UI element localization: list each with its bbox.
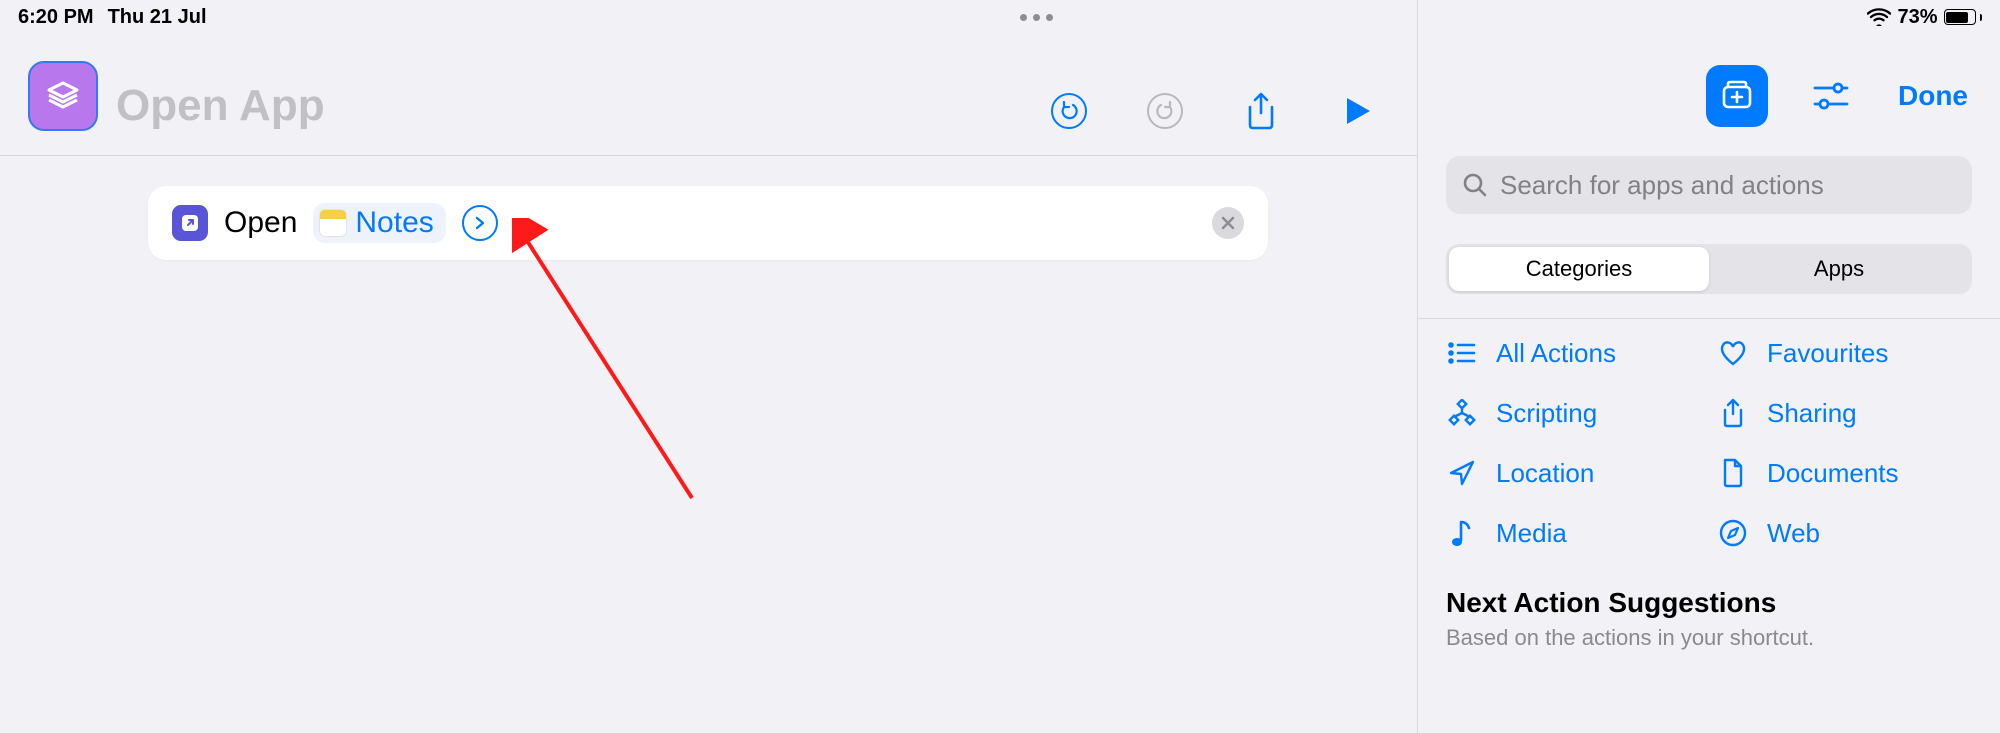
scripting-icon [1446,397,1478,429]
annotation-arrow [512,218,732,508]
action-open-app[interactable]: Open Notes [148,186,1268,260]
document-icon [1717,457,1749,489]
action-app-name: Notes [355,206,433,240]
battery-percent: 73% [1897,6,1937,29]
undo-button[interactable] [1049,91,1089,131]
open-app-action-icon [172,205,208,241]
search-input[interactable]: Search for apps and actions [1446,156,1972,214]
search-icon [1462,172,1488,198]
sharing-icon [1717,397,1749,429]
category-favourites[interactable]: Favourites [1717,337,1972,369]
category-location[interactable]: Location [1446,457,1701,489]
category-documents[interactable]: Documents [1717,457,1972,489]
next-suggestions-title: Next Action Suggestions [1446,587,1972,619]
done-button[interactable]: Done [1894,80,1972,112]
category-web[interactable]: Web [1717,517,1972,549]
multitask-dots[interactable] [1020,14,1053,21]
category-label: Web [1767,518,1820,549]
action-verb: Open [224,206,297,240]
category-label: Favourites [1767,338,1888,369]
segment-categories[interactable]: Categories [1449,247,1709,291]
share-button[interactable] [1241,91,1281,131]
editor-pane: Open App [0,0,1418,733]
music-icon [1446,517,1478,549]
category-all-actions[interactable]: All Actions [1446,337,1701,369]
editor-canvas[interactable]: Open Notes [0,156,1417,733]
category-label: All Actions [1496,338,1616,369]
category-label: Media [1496,518,1567,549]
category-media[interactable]: Media [1446,517,1701,549]
list-icon [1446,337,1478,369]
shortcut-icon[interactable] [28,61,98,131]
heart-icon [1717,337,1749,369]
category-scripting[interactable]: Scripting [1446,397,1701,429]
compass-icon [1717,517,1749,549]
shortcut-title-input[interactable]: Open App [116,81,1031,131]
next-suggestions-section: Next Action Suggestions Based on the act… [1418,549,2000,651]
category-sharing[interactable]: Sharing [1717,397,1972,429]
segmented-control[interactable]: Categories Apps [1446,244,1972,294]
run-button[interactable] [1337,91,1377,131]
categories-grid: All Actions Favourites Scripting Sharing… [1418,319,2000,549]
next-suggestions-subtitle: Based on the actions in your shortcut. [1446,625,1972,651]
segment-apps[interactable]: Apps [1709,247,1969,291]
category-label: Sharing [1767,398,1857,429]
category-label: Location [1496,458,1594,489]
status-date: Thu 21 Jul [108,6,207,29]
settings-panel-button[interactable] [1800,65,1862,127]
location-icon [1446,457,1478,489]
actions-pane: Done Search for apps and actions Categor… [1418,0,2000,733]
battery-icon [1944,9,1983,25]
expand-action-button[interactable] [462,205,498,241]
category-label: Scripting [1496,398,1597,429]
status-time: 6:20 PM [18,6,94,29]
actions-panel-button[interactable] [1706,65,1768,127]
redo-button[interactable] [1145,91,1185,131]
notes-app-icon [319,209,347,237]
status-bar: 6:20 PM Thu 21 Jul 73% [0,0,2000,34]
wifi-icon [1867,8,1891,26]
delete-action-button[interactable] [1212,207,1244,239]
category-label: Documents [1767,458,1899,489]
search-placeholder: Search for apps and actions [1500,170,1824,201]
action-app-param[interactable]: Notes [313,203,445,243]
